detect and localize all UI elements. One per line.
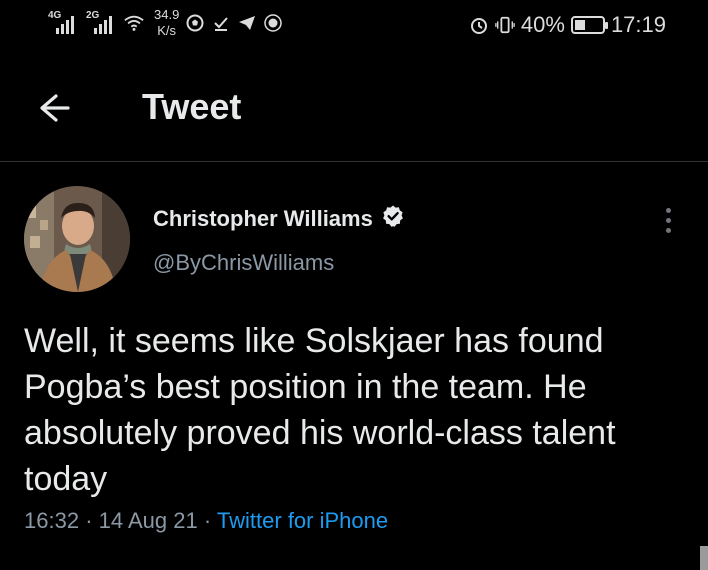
tweet-source-link[interactable]: Twitter for iPhone	[217, 508, 388, 533]
status-bar: 4G 2G 34.9 K/s 40% 17:19	[0, 0, 708, 54]
wifi-icon	[124, 12, 144, 34]
club-crest-icon	[263, 12, 283, 34]
signal-sim1-icon: 4G	[48, 10, 80, 36]
profile-photo	[24, 186, 130, 292]
arrow-left-icon	[40, 94, 70, 122]
screen: 4G 2G 34.9 K/s 40% 17:19 Tweet Christoph…	[0, 0, 708, 570]
more-options-button[interactable]	[656, 204, 680, 236]
battery-icon	[570, 16, 608, 34]
author-handle[interactable]: @ByChrisWilliams	[153, 250, 334, 276]
meta-separator: ·	[85, 508, 99, 533]
status-bar-right: 40% 17:19	[469, 12, 666, 38]
download-icon	[211, 12, 231, 34]
telegram-icon	[237, 12, 257, 34]
network-speed: 34.9 K/s	[154, 8, 179, 37]
signal-sim2-icon: 2G	[86, 10, 118, 36]
network-speed-unit: K/s	[157, 23, 177, 38]
battery-level	[574, 20, 585, 30]
tweet-date: 14 Aug 21	[98, 508, 198, 533]
more-dot-icon	[665, 227, 671, 233]
scrollbar-thumb[interactable]	[700, 546, 708, 570]
page-title: Tweet	[142, 86, 242, 127]
more-dot-icon	[665, 207, 671, 213]
author-name[interactable]: Christopher Williams	[153, 206, 373, 232]
clock: 17:19	[610, 12, 666, 37]
tweet-meta: 16:32 · 14 Aug 21 · Twitter for iPhone	[24, 508, 388, 534]
alarm-icon	[469, 14, 489, 36]
header: Tweet	[0, 54, 708, 162]
back-button[interactable]	[34, 90, 74, 126]
vibrate-icon	[495, 14, 515, 36]
meta-separator: ·	[203, 508, 217, 533]
status-bar-left: 4G 2G 34.9 K/s	[48, 8, 283, 37]
battery-percent: 40%	[520, 12, 565, 37]
football-icon	[185, 12, 205, 34]
more-dot-icon	[665, 217, 671, 223]
tweet-text: Well, it seems like Solskjaer has found …	[24, 322, 616, 498]
avatar[interactable]	[24, 186, 130, 292]
verified-badge-icon	[381, 204, 405, 233]
tweet-time: 16:32	[24, 508, 80, 533]
author-row: Christopher Williams	[153, 204, 405, 233]
network-speed-value: 34.9	[154, 7, 180, 22]
